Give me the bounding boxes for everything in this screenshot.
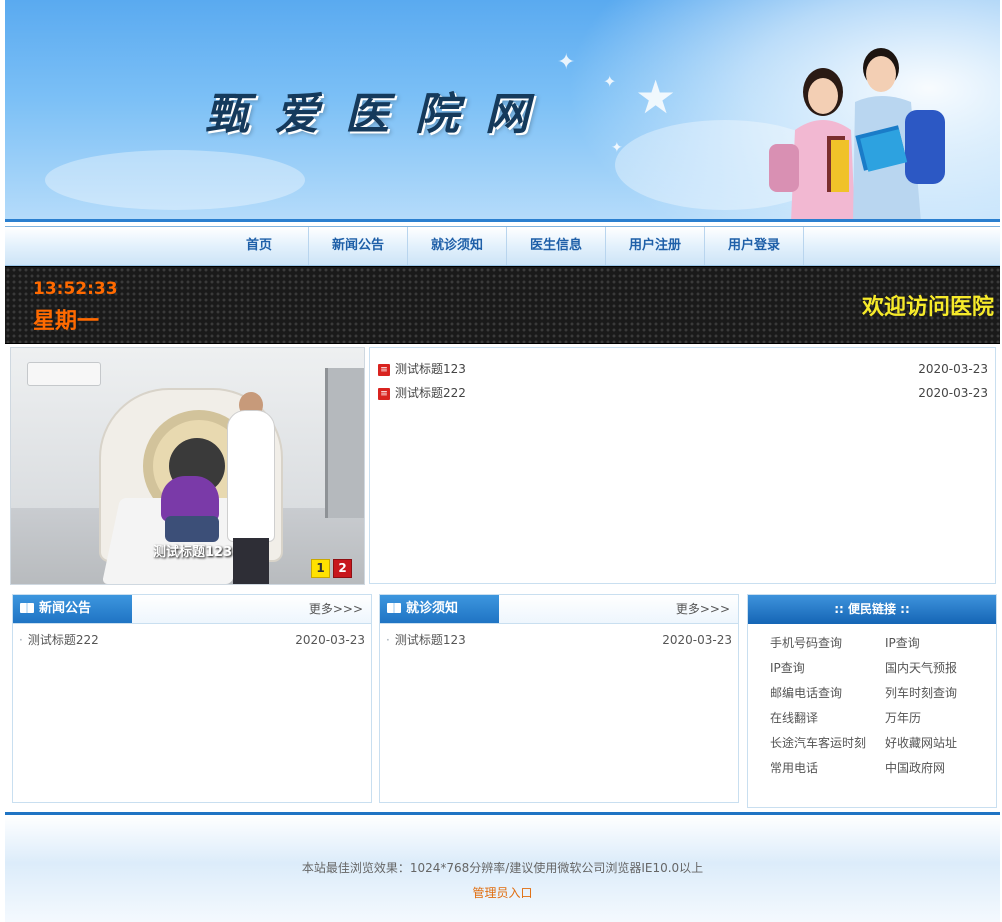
news-title[interactable]: 测试标题123 [395, 362, 466, 376]
star-icon: ✦ [557, 50, 576, 75]
top-news-box: ≡ 测试标题123 2020-03-23 ≡ 测试标题222 2020-03-23 [369, 347, 996, 584]
slide-page-2[interactable]: 2 [333, 559, 352, 578]
nav-register[interactable]: 用户注册 [606, 227, 705, 265]
link-gov[interactable]: 中国政府网 [885, 756, 1000, 781]
list-item: · 测试标题222 2020-03-23 [19, 629, 365, 651]
banner-cloud [45, 150, 305, 210]
footer: 本站最佳浏览效果：1024*768分辨率/建议使用微软公司浏览器IE10.0以上… [5, 812, 1000, 922]
item-date: 2020-03-23 [662, 633, 732, 647]
link-ip-lookup[interactable]: IP查询 [885, 631, 1000, 656]
visit-notice-panel: 就诊须知 更多>>> · 测试标题123 2020-03-23 [379, 594, 739, 803]
bullet-icon: · [386, 633, 390, 647]
nav-login[interactable]: 用户登录 [705, 227, 804, 265]
link-ip-lookup-2[interactable]: IP查询 [770, 656, 885, 681]
admin-login-link[interactable]: 管理员入口 [5, 884, 1000, 901]
news-panel: 新闻公告 更多>>> · 测试标题222 2020-03-23 [12, 594, 372, 803]
new-icon: ≡ [378, 387, 390, 400]
star-icon: ★ [635, 70, 677, 124]
nav-doctor-info[interactable]: 医生信息 [507, 227, 606, 265]
link-train-schedule[interactable]: 列车时刻查询 [885, 681, 1000, 706]
star-icon: ✦ [611, 140, 623, 156]
list-item: ≡ 测试标题222 2020-03-23 [378, 381, 988, 405]
site-title: 甄爱医院网 [205, 89, 555, 140]
convenience-links-panel: :: 便民链接 :: 手机号码查询 IP查询 IP查询 国内天气预报 邮编电话查… [747, 594, 997, 808]
nav-news[interactable]: 新闻公告 [309, 227, 408, 265]
image-slideshow[interactable]: 测试标题123 1 2 [10, 347, 365, 585]
link-common-phones[interactable]: 常用电话 [770, 756, 885, 781]
link-bus-schedule[interactable]: 长途汽车客运时刻 [770, 731, 885, 756]
book-icon [387, 603, 401, 613]
list-item: · 测试标题123 2020-03-23 [386, 629, 732, 651]
item-title[interactable]: 测试标题123 [395, 633, 466, 647]
new-icon: ≡ [378, 363, 390, 376]
slide-caption[interactable]: 测试标题123 [153, 541, 232, 560]
news-title[interactable]: 测试标题222 [395, 386, 466, 400]
link-phone-lookup[interactable]: 手机号码查询 [770, 631, 885, 656]
nav-home[interactable]: 首页 [210, 227, 309, 265]
main-nav: 首页 新闻公告 就诊须知 医生信息 用户注册 用户登录 [5, 226, 1000, 266]
link-calendar[interactable]: 万年历 [885, 706, 1000, 731]
air-conditioner [27, 362, 101, 386]
footer-browser-note: 本站最佳浏览效果：1024*768分辨率/建议使用微软公司浏览器IE10.0以上 [301, 861, 704, 875]
led-ticker: 13:52:33 星期一 欢迎访问医院 [5, 266, 1000, 344]
link-postcode[interactable]: 邮编电话查询 [770, 681, 885, 706]
more-link[interactable]: 更多>>> [309, 595, 363, 623]
students-illustration [769, 48, 945, 222]
panel-title: 就诊须知 [380, 595, 499, 623]
list-item: ≡ 测试标题123 2020-03-23 [378, 357, 988, 381]
link-bookmarks[interactable]: 好收藏网站址 [885, 731, 1000, 756]
link-translate[interactable]: 在线翻译 [770, 706, 885, 731]
book-icon [20, 603, 34, 613]
star-icon: ✦ [603, 72, 617, 91]
links-title: :: 便民链接 :: [748, 595, 996, 624]
item-title[interactable]: 测试标题222 [28, 633, 99, 647]
clock-weekday: 星期一 [33, 309, 100, 334]
link-weather[interactable]: 国内天气预报 [885, 656, 1000, 681]
welcome-marquee: 欢迎访问医院 [861, 295, 994, 320]
banner-divider [5, 219, 1000, 222]
slide-page-1[interactable]: 1 [311, 559, 330, 578]
news-date: 2020-03-23 [918, 362, 988, 376]
item-date: 2020-03-23 [295, 633, 365, 647]
nav-visit-notice[interactable]: 就诊须知 [408, 227, 507, 265]
news-date: 2020-03-23 [918, 386, 988, 400]
header-banner: ✦ ✦ ★ ✦ 甄爱医院网 [5, 0, 1000, 222]
panel-title: 新闻公告 [13, 595, 132, 623]
bullet-icon: · [19, 633, 23, 647]
clock-time: 13:52:33 [33, 279, 118, 299]
doctor-figure [227, 410, 275, 542]
more-link[interactable]: 更多>>> [676, 595, 730, 623]
